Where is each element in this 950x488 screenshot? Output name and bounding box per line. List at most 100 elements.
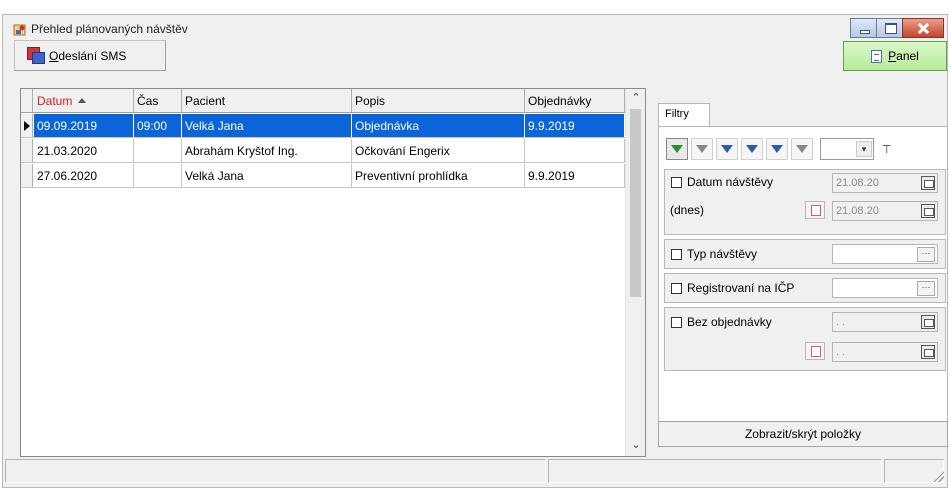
main-window: Přehled plánovaných návštěv Odeslání SMS… — [2, 14, 948, 488]
panel-button[interactable]: Panel — [843, 41, 947, 71]
column-header-objednavky[interactable]: Objednávky — [525, 89, 625, 112]
cell-objednavky[interactable]: 9.9.2019 — [525, 164, 625, 187]
bez-objednavky-from-field[interactable]: . . — [832, 312, 938, 332]
scroll-up-icon[interactable]: ⌃ — [626, 91, 646, 109]
minimize-button[interactable] — [850, 18, 877, 38]
tab-filtry[interactable]: Filtry — [658, 103, 710, 127]
filter-datum-navstevy: Datum návštěvy 21.08.20 (dnes) 21.08.20 — [664, 169, 946, 235]
cell-cas[interactable] — [134, 164, 182, 187]
column-header-objednavky-label: Objednávky — [528, 93, 592, 108]
bez-objednavky-to-field[interactable]: . . — [832, 342, 938, 362]
toggle-items-button[interactable]: Zobrazit/skrýt položky — [658, 421, 948, 447]
column-header-popis[interactable]: Popis — [352, 89, 525, 112]
cell-datum[interactable]: 21.03.2020 — [34, 139, 134, 162]
table-row[interactable]: 21.03.2020 Abrahám Kryštof Ing. Očkování… — [21, 139, 625, 163]
today-icon[interactable] — [805, 342, 825, 360]
cell-datum[interactable]: 27.06.2020 — [34, 164, 134, 187]
cell-popis[interactable]: Preventivní prohlídka — [352, 164, 525, 187]
typ-navstevy-checkbox[interactable] — [671, 249, 682, 260]
cell-datum[interactable]: 09.09.2019 — [34, 114, 134, 137]
column-header-datum[interactable]: Datum — [34, 89, 134, 112]
filter-bez-objednavky: Bez objednávky . . . . — [664, 307, 946, 371]
datum-navstevy-label: Datum návštěvy — [687, 175, 774, 189]
cell-pacient[interactable]: Velká Jana — [182, 164, 352, 187]
calendar-icon[interactable] — [921, 315, 935, 329]
send-sms-label: Odeslání SMS — [49, 48, 127, 63]
cell-objednavky[interactable]: 9.9.2019 — [525, 114, 625, 137]
row-indicator-header — [21, 89, 33, 112]
filter-registrovani: Registrovaní na IČP ··· — [664, 273, 946, 303]
today-icon[interactable] — [805, 201, 825, 219]
resize-grip-icon[interactable] — [932, 470, 944, 482]
cell-cas[interactable]: 09:00 — [134, 114, 182, 137]
cell-pacient[interactable]: Abrahám Kryštof Ing. — [182, 139, 352, 162]
title-bar: Přehled plánovaných návštěv — [3, 15, 947, 41]
cell-pacient[interactable]: Velká Jana — [182, 114, 352, 137]
typ-navstevy-label: Typ návštěvy — [687, 247, 758, 261]
filter-apply-button[interactable] — [666, 138, 688, 160]
table-row[interactable]: 09.09.2019 09:00 Velká Jana Objednávka 9… — [21, 114, 625, 138]
column-header-cas[interactable]: Čas — [134, 89, 182, 112]
bez-objednavky-to-value: . . — [836, 346, 846, 358]
cell-objednavky[interactable] — [525, 139, 625, 162]
registrovani-field[interactable]: ··· — [832, 278, 938, 298]
ellipsis-icon[interactable]: ··· — [917, 281, 935, 296]
scroll-down-icon[interactable]: ⌄ — [626, 438, 646, 456]
bez-objednavky-label: Bez objednávky — [687, 315, 772, 329]
cell-popis[interactable]: Objednávka — [352, 114, 525, 137]
column-header-pacient-label: Pacient — [185, 93, 226, 108]
send-sms-button[interactable]: Odeslání SMS — [14, 40, 166, 71]
calendar-icon[interactable] — [921, 176, 935, 190]
visits-grid[interactable]: Datum Čas Pacient Popis Objednávky 09.09… — [20, 88, 646, 457]
bez-objednavky-checkbox[interactable] — [671, 317, 682, 328]
status-panel-middle — [548, 459, 882, 483]
filter-new-icon — [746, 145, 758, 153]
filter-delete-button[interactable] — [791, 138, 813, 160]
cell-popis[interactable]: Očkování Engerix — [352, 139, 525, 162]
calendar-person-icon — [13, 24, 26, 36]
ellipsis-icon[interactable]: ··· — [917, 247, 935, 262]
filter-toolbar: ▾ ⊤ — [666, 137, 892, 161]
filter-funnel-icon — [671, 145, 683, 153]
grid-vertical-scrollbar[interactable]: ⌃ ⌄ — [625, 89, 645, 456]
column-header-cas-label: Čas — [137, 93, 159, 108]
registrovani-label: Registrovaní na IČP — [687, 281, 795, 295]
filter-tab-body: ▾ ⊤ Datum návštěvy 21.08.20 (dnes) 21.08… — [658, 126, 948, 426]
filter-new-button[interactable] — [741, 138, 763, 160]
registrovani-checkbox[interactable] — [671, 283, 682, 294]
datum-from-field[interactable]: 21.08.20 — [832, 173, 938, 193]
panel-button-label: Panel — [888, 49, 919, 63]
filter-save-button[interactable] — [766, 138, 788, 160]
maximize-button[interactable] — [876, 18, 903, 38]
row-indicator — [21, 114, 33, 137]
document-icon — [871, 49, 883, 63]
typ-navstevy-field[interactable]: ··· — [832, 244, 938, 264]
column-header-pacient[interactable]: Pacient — [182, 89, 352, 112]
window-controls — [850, 18, 944, 38]
scroll-thumb[interactable] — [630, 109, 641, 297]
filter-panel: Filtry ▾ ⊤ Datum návštěvy 21.08.20 (dnes… — [655, 88, 948, 456]
table-row[interactable]: 27.06.2020 Velká Jana Preventivní prohlí… — [21, 164, 625, 188]
filter-clear-button[interactable] — [691, 138, 713, 160]
toggle-items-label: Zobrazit/skrýt položky — [744, 427, 862, 441]
tab-filtry-label: Filtry — [665, 108, 689, 120]
datum-to-value: 21.08.20 — [836, 205, 879, 217]
sort-ascending-icon — [78, 98, 87, 103]
filter-load-button[interactable] — [716, 138, 738, 160]
cell-cas[interactable] — [134, 139, 182, 162]
filter-save-icon — [771, 145, 783, 153]
calendar-icon[interactable] — [921, 204, 935, 218]
saved-filter-select[interactable]: ▾ — [820, 138, 874, 160]
datum-from-value: 21.08.20 — [836, 177, 879, 189]
pin-icon[interactable]: ⊤ — [882, 143, 892, 156]
sms-envelope-icon — [27, 46, 45, 65]
close-button[interactable] — [902, 18, 944, 38]
filter-clear-icon — [696, 145, 708, 153]
window-title: Přehled plánovaných návštěv — [31, 22, 188, 36]
datum-to-field[interactable]: 21.08.20 — [832, 201, 938, 221]
status-panel-main — [5, 459, 546, 483]
calendar-icon[interactable] — [921, 345, 935, 359]
column-header-popis-label: Popis — [355, 93, 386, 108]
chevron-down-icon: ▾ — [856, 141, 872, 157]
datum-navstevy-checkbox[interactable] — [671, 177, 682, 188]
